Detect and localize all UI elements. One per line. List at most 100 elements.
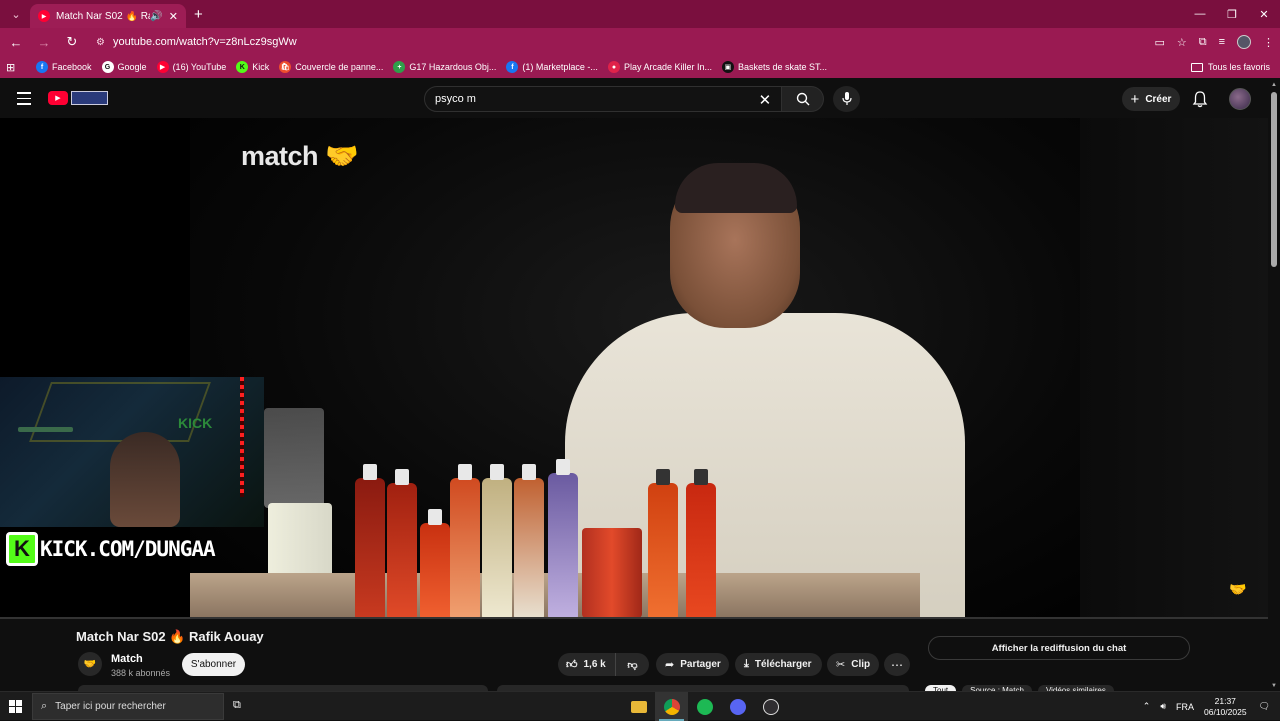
- discord-icon[interactable]: [721, 692, 754, 721]
- dislike-button[interactable]: 👎︎: [616, 659, 649, 671]
- obs-icon[interactable]: [754, 692, 787, 721]
- share-icon: ➦: [665, 659, 675, 671]
- system-clock[interactable]: 21:37 06/10/2025: [1204, 696, 1247, 718]
- channel-avatar[interactable]: 🤝: [78, 652, 102, 676]
- webcam-kick-tag: KICK: [178, 415, 213, 431]
- scrollbar-thumb[interactable]: [1271, 92, 1277, 267]
- bookmark-item[interactable]: K Kick: [236, 61, 269, 73]
- microphone-icon: [841, 92, 852, 105]
- download-label: Télécharger: [754, 659, 812, 670]
- subscribe-button[interactable]: S'abonner: [182, 653, 245, 676]
- kick-promo-banner: K KICK.COM/DUNGAA: [6, 531, 216, 567]
- glass-object: [264, 408, 324, 508]
- bookmark-favicon-icon: 🛍: [279, 61, 292, 73]
- apps-grid-icon[interactable]: ⊞: [6, 61, 26, 74]
- create-button[interactable]: + Créer: [1122, 87, 1180, 111]
- voice-search-button[interactable]: [833, 86, 860, 112]
- bookmark-label: (1) Marketplace -...: [522, 62, 598, 72]
- more-dots-icon: ⋯: [891, 657, 903, 672]
- taskbar-search-box[interactable]: ⌕ Taper ici pour rechercher: [32, 693, 224, 720]
- extensions-icon[interactable]: ⧉: [1199, 36, 1207, 49]
- bookmark-label: Play Arcade Killer In...: [623, 62, 712, 72]
- taskbar-pinned-apps: [622, 692, 787, 721]
- like-button[interactable]: 👍︎ 1,6 k: [558, 653, 616, 676]
- tray-overflow-icon[interactable]: ⌃: [1143, 701, 1151, 712]
- bookmark-item[interactable]: f (1) Marketplace -...: [506, 61, 598, 73]
- url-text[interactable]: youtube.com/watch?v=z8nLcz9sgWw: [113, 36, 297, 48]
- video-player[interactable]: match 🤝 KICK K KICK.COM/DUNGAA 🤝: [0, 118, 1268, 618]
- spotify-icon[interactable]: [688, 692, 721, 721]
- browser-tab-active[interactable]: ▶ Match Nar S02 🔥 Rafik Aouay 🔊 ✕: [30, 4, 186, 28]
- download-icon: ⤓: [744, 658, 749, 670]
- account-avatar[interactable]: [1229, 88, 1251, 110]
- profile-avatar-icon[interactable]: [1237, 35, 1251, 49]
- bookmark-label: Kick: [252, 62, 270, 72]
- language-indicator[interactable]: FRA: [1176, 702, 1194, 712]
- like-dislike-group: 👍︎ 1,6 k 👎︎: [558, 653, 649, 676]
- bookmark-item[interactable]: f Facebook: [36, 61, 92, 73]
- like-count: 1,6 k: [583, 659, 606, 670]
- share-button[interactable]: ➦ Partager: [656, 653, 729, 676]
- page-scrollbar[interactable]: ▲ ▼: [1268, 80, 1280, 691]
- site-info-icon[interactable]: ⚙: [96, 37, 105, 48]
- search-icon: [796, 92, 810, 106]
- youtube-masthead: ▶ psyco m ✕ + Créer: [0, 80, 1268, 118]
- bookmark-item[interactable]: G Google: [101, 61, 147, 73]
- search-button[interactable]: [782, 86, 824, 112]
- search-input[interactable]: psyco m ✕: [424, 86, 783, 112]
- notifications-bell-icon[interactable]: [1192, 90, 1208, 108]
- tab-title: Match Nar S02 🔥 Rafik Aouay: [56, 10, 150, 22]
- bookmark-item[interactable]: + G17 Hazardous Obj...: [393, 61, 496, 73]
- scroll-up-icon[interactable]: ▲: [1271, 82, 1277, 88]
- new-tab-button[interactable]: +: [194, 6, 203, 23]
- tab-search-button[interactable]: ⌄: [4, 4, 28, 24]
- channel-name[interactable]: Match: [111, 653, 143, 665]
- volume-icon[interactable]: 🔊︎: [1160, 701, 1166, 712]
- bookmark-item[interactable]: ● Play Arcade Killer In...: [607, 61, 712, 73]
- clip-label: Clip: [851, 659, 871, 670]
- close-tab-icon[interactable]: ✕: [169, 10, 178, 23]
- notifications-icon[interactable]: 🗨︎: [1259, 701, 1270, 712]
- scissors-icon: ✂: [836, 659, 846, 671]
- guide-menu-icon[interactable]: [17, 92, 31, 105]
- bookmark-label: Baskets de skate ST...: [737, 62, 828, 72]
- bookmark-favicon-icon: G: [101, 61, 114, 73]
- channel-watermark-icon[interactable]: 🤝: [1229, 581, 1246, 598]
- plus-icon: +: [1130, 90, 1140, 108]
- windows-taskbar: ⌕ Taper ici pour rechercher ⧉ ⌃ 🔊︎ FRA 2…: [0, 691, 1280, 721]
- bookmark-item[interactable]: ▶ (16) YouTube: [156, 61, 226, 73]
- task-view-icon[interactable]: ⧉: [233, 699, 241, 712]
- restore-icon[interactable]: ❐: [1216, 0, 1248, 28]
- scroll-down-icon[interactable]: ▼: [1271, 683, 1277, 689]
- back-icon[interactable]: ←: [4, 35, 28, 50]
- search-query-text[interactable]: psyco m: [435, 93, 476, 105]
- media-control-icon[interactable]: ≡: [1219, 36, 1225, 48]
- browser-tab-bar: ⌄ ▶ Match Nar S02 🔥 Rafik Aouay 🔊 ✕ + — …: [0, 0, 1280, 28]
- more-actions-button[interactable]: ⋯: [884, 653, 910, 676]
- file-explorer-icon[interactable]: [622, 692, 655, 721]
- show-chat-replay-button[interactable]: Afficher la rediffusion du chat: [928, 636, 1190, 660]
- minimize-icon[interactable]: —: [1184, 0, 1216, 28]
- youtube-logo-icon[interactable]: ▶: [48, 91, 68, 105]
- chrome-taskbar-icon[interactable]: [655, 692, 688, 721]
- bookmark-star-icon[interactable]: ☆: [1177, 36, 1187, 49]
- windows-start-icon[interactable]: [9, 700, 22, 713]
- video-right-panel: [1080, 118, 1268, 618]
- omnibox[interactable]: ⚙ youtube.com/watch?v=z8nLcz9sgWw: [96, 36, 297, 48]
- bookmark-favicon-icon: ●: [607, 61, 620, 73]
- close-window-icon[interactable]: ✕: [1248, 0, 1280, 28]
- bookmark-item[interactable]: ▣ Baskets de skate ST...: [721, 61, 828, 73]
- clear-search-icon[interactable]: ✕: [759, 91, 772, 109]
- forward-icon[interactable]: →: [32, 35, 56, 50]
- browser-menu-icon[interactable]: ⋮: [1263, 36, 1274, 49]
- bookmark-item[interactable]: 🛍 Couvercle de panne...: [279, 61, 383, 73]
- youtube-doodle-logo[interactable]: [71, 91, 108, 105]
- search-icon: ⌕: [41, 700, 48, 712]
- address-toolbar: ← → ↻ ⚙ youtube.com/watch?v=z8nLcz9sgWw …: [0, 28, 1280, 56]
- clip-button[interactable]: ✂ Clip: [827, 653, 879, 676]
- cast-icon[interactable]: ▭: [1154, 36, 1164, 49]
- all-bookmarks-button[interactable]: Tous les favoris: [1190, 56, 1270, 78]
- download-button[interactable]: ⤓ Télécharger: [735, 653, 822, 676]
- reload-icon[interactable]: ↻: [60, 34, 84, 50]
- audio-playing-icon[interactable]: 🔊: [150, 11, 162, 22]
